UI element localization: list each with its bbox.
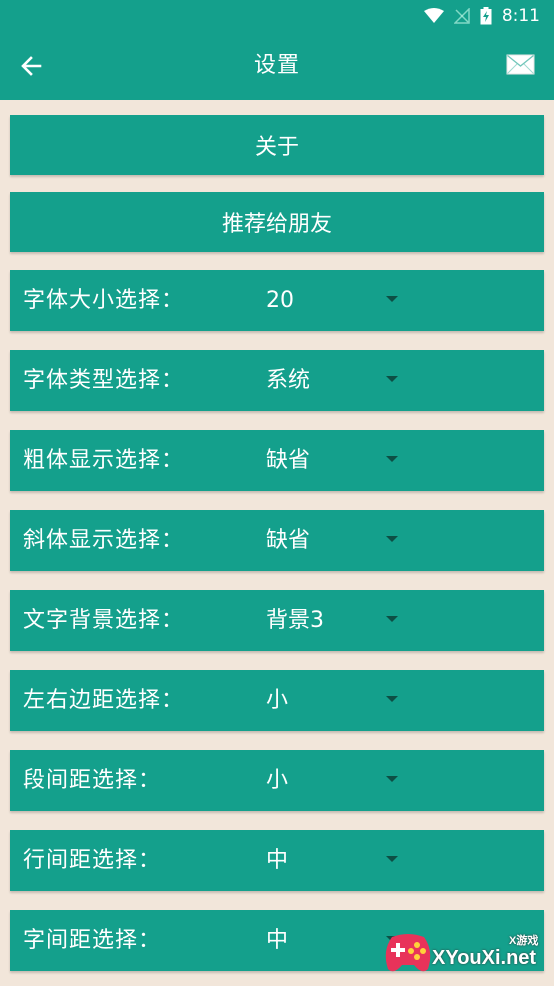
status-bar: 8:11: [0, 0, 554, 32]
setting-label: 左右边距选择：: [23, 688, 185, 713]
setting-font-size: 字体大小选择： 20: [10, 270, 544, 331]
italic-select[interactable]: 缺省: [256, 510, 416, 571]
setting-label: 行间距选择：: [23, 848, 162, 873]
watermark-small-text: X游戏: [509, 935, 539, 947]
dropdown-arrow-icon: [386, 296, 398, 302]
setting-italic: 斜体显示选择： 缺省: [10, 510, 544, 571]
setting-label: 文字背景选择：: [23, 608, 185, 633]
setting-label: 字体类型选择：: [23, 368, 185, 393]
dropdown-arrow-icon: [386, 856, 398, 862]
setting-bold: 粗体显示选择： 缺省: [10, 430, 544, 491]
setting-label: 斜体显示选择：: [23, 528, 185, 553]
dropdown-arrow-icon: [386, 376, 398, 382]
no-signal-icon: [453, 8, 470, 24]
watermark: X游戏 XYouXi.net: [382, 925, 547, 980]
font-size-select[interactable]: 20: [256, 270, 416, 331]
dropdown-arrow-icon: [386, 776, 398, 782]
text-background-select[interactable]: 背景3: [256, 590, 416, 651]
wifi-icon: [423, 8, 444, 23]
about-button[interactable]: 关于: [10, 115, 544, 175]
dropdown-arrow-icon: [386, 616, 398, 622]
line-spacing-select[interactable]: 中: [256, 830, 416, 891]
select-value: 系统: [266, 368, 311, 393]
setting-label: 粗体显示选择：: [23, 448, 185, 473]
dropdown-arrow-icon: [386, 456, 398, 462]
setting-label: 字体大小选择：: [23, 288, 185, 313]
mail-button[interactable]: [506, 52, 536, 78]
setting-label: 字间距选择：: [23, 928, 162, 953]
dropdown-arrow-icon: [386, 536, 398, 542]
paragraph-spacing-select[interactable]: 小: [256, 750, 416, 811]
select-value: 20: [266, 288, 294, 313]
gamepad-logo-icon: [385, 934, 431, 972]
select-value: 小: [266, 768, 289, 793]
select-value: 缺省: [266, 448, 311, 473]
side-margin-select[interactable]: 小: [256, 670, 416, 731]
setting-font-type: 字体类型选择： 系统: [10, 350, 544, 411]
select-value: 背景3: [266, 608, 324, 633]
page-title: 设置: [253, 53, 300, 78]
recommend-button[interactable]: 推荐给朋友: [10, 192, 544, 252]
select-value: 小: [266, 688, 289, 713]
setting-label: 段间距选择：: [23, 768, 162, 793]
dropdown-arrow-icon: [386, 696, 398, 702]
setting-text-background: 文字背景选择： 背景3: [10, 590, 544, 651]
watermark-text: XYouXi.net: [432, 947, 537, 969]
select-value: 缺省: [266, 528, 311, 553]
mail-icon: [506, 54, 535, 75]
bold-select[interactable]: 缺省: [256, 430, 416, 491]
battery-charging-icon: [480, 7, 492, 25]
setting-line-spacing: 行间距选择： 中: [10, 830, 544, 891]
app-bar: 设置: [0, 32, 554, 100]
setting-side-margin: 左右边距选择： 小: [10, 670, 544, 731]
font-type-select[interactable]: 系统: [256, 350, 416, 411]
select-value: 中: [266, 928, 289, 953]
select-value: 中: [266, 848, 289, 873]
setting-paragraph-spacing: 段间距选择： 小: [10, 750, 544, 811]
status-time: 8:11: [501, 6, 540, 26]
